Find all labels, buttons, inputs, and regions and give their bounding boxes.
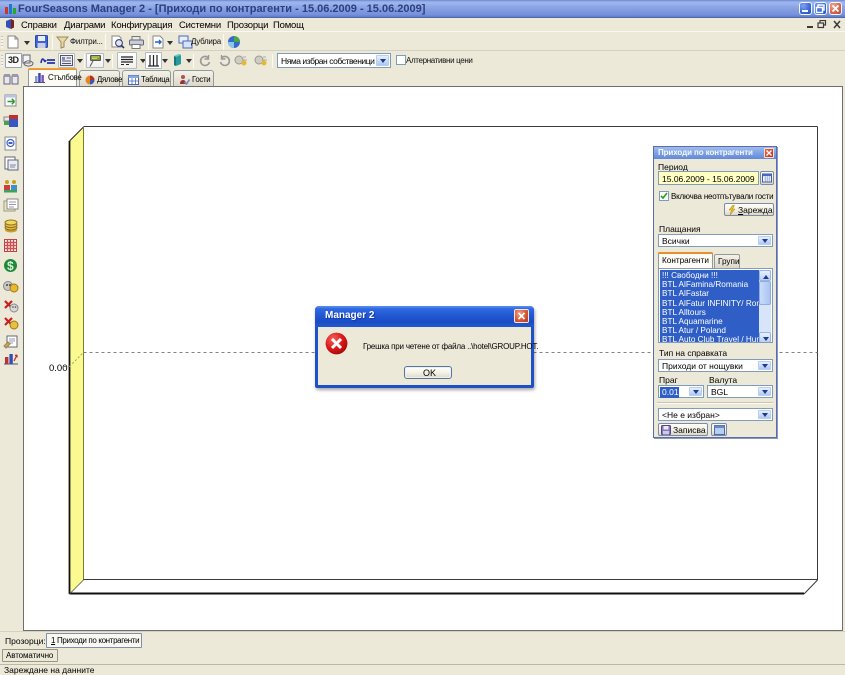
svg-text:0.00: 0.00 bbox=[49, 363, 68, 374]
svg-text:$: $ bbox=[7, 259, 14, 273]
